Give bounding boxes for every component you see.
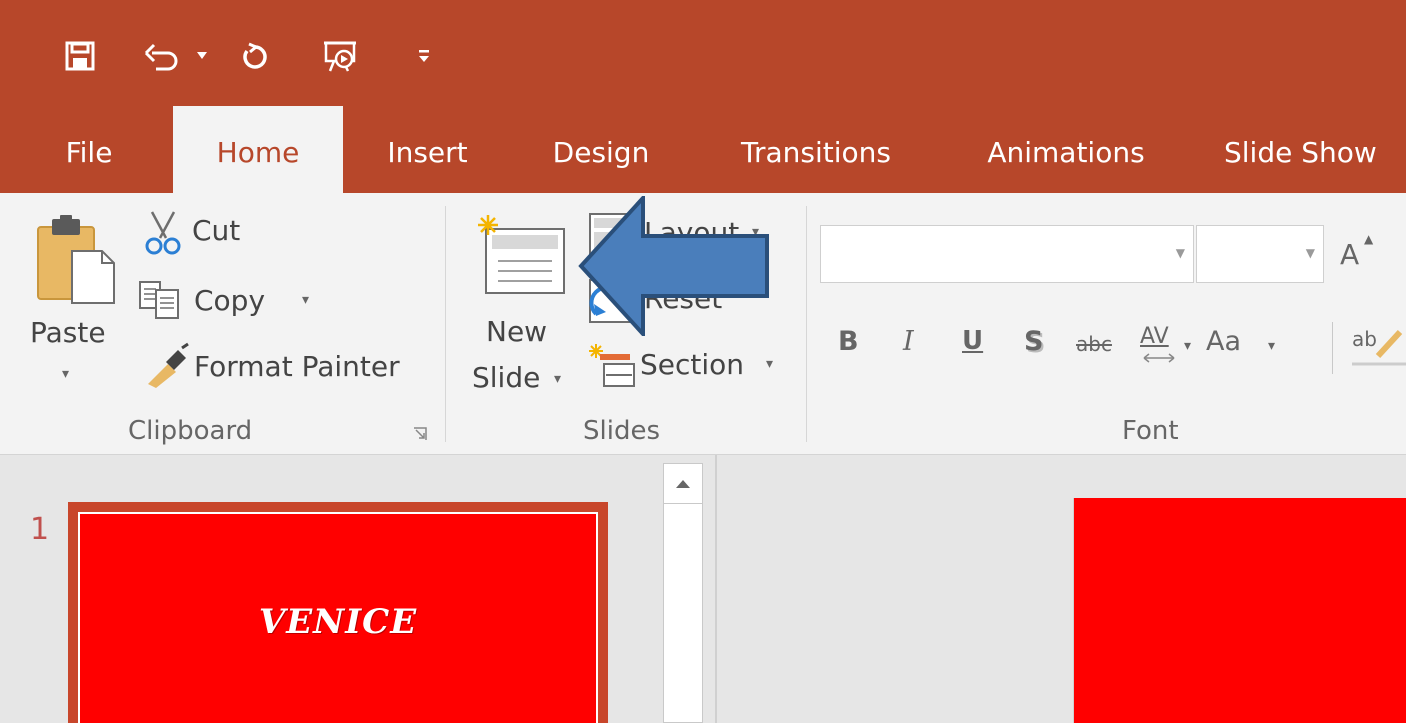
slide-number: 1 [30, 512, 50, 547]
font-size-dropdown-icon[interactable]: ▼ [1306, 246, 1315, 260]
annotation-arrow-icon [578, 196, 769, 336]
new-slide-button[interactable]: New Slide ▾ [464, 205, 574, 395]
format-painter-label: Format Painter [194, 350, 400, 383]
tab-label: Slide Show [1224, 136, 1377, 169]
change-case-label: Aa [1206, 326, 1242, 357]
paste-icon [37, 215, 115, 304]
slides-group-label: Slides [583, 416, 660, 446]
copy-label: Copy [194, 284, 266, 317]
increase-font-size-label: A [1340, 238, 1360, 271]
copy-icon [139, 281, 179, 319]
section-button[interactable]: Section ▾ [586, 340, 786, 392]
undo-icon[interactable] [140, 34, 184, 78]
paste-dropdown-icon[interactable]: ▾ [62, 366, 69, 382]
undo-dropdown-icon[interactable] [192, 34, 212, 78]
slideshow-from-beginning-icon[interactable] [318, 34, 362, 78]
section-label: Section [640, 348, 745, 381]
group-separator [806, 206, 807, 442]
bold-button[interactable]: B [838, 326, 859, 357]
clear-formatting-icon[interactable]: ab [1352, 322, 1406, 370]
new-slide-icon [478, 215, 565, 294]
tab-label: Design [552, 136, 650, 169]
clipboard-dialog-launcher-icon[interactable] [412, 426, 428, 442]
character-spacing-label: AV [1140, 324, 1169, 349]
chevron-up-icon [676, 479, 690, 488]
tab-label: Insert [387, 136, 468, 169]
font-group-label: Font [1122, 416, 1179, 446]
cut-label: Cut [192, 214, 241, 247]
character-spacing-button[interactable]: AV ▾ [1140, 322, 1200, 368]
tab-label: Animations [987, 136, 1145, 169]
tab-label: Transitions [741, 136, 891, 169]
customize-qat-icon[interactable] [412, 34, 436, 78]
tab-label: Home [216, 136, 300, 169]
title-bar: File Home Insert Design Transitions Anim… [0, 0, 1406, 193]
format-painter-button[interactable]: Format Painter [138, 340, 418, 392]
copy-dropdown-icon[interactable]: ▾ [302, 292, 309, 308]
section-dropdown-icon[interactable]: ▾ [766, 356, 773, 372]
change-case-button[interactable]: Aa ▾ [1206, 326, 1306, 372]
increase-font-size-icon: ▲ [1364, 232, 1374, 246]
save-icon[interactable] [58, 34, 102, 78]
underline-button[interactable]: U [962, 326, 983, 356]
tab-home[interactable]: Home [173, 106, 343, 193]
change-case-dropdown-icon[interactable]: ▾ [1268, 338, 1275, 354]
new-slide-label-line1: New [486, 315, 548, 348]
copy-button[interactable]: Copy ▾ [138, 274, 328, 326]
slide-thumbnail-title: VENICE [258, 602, 418, 642]
paste-button[interactable] [24, 205, 120, 385]
scroll-up-button[interactable] [664, 464, 702, 504]
character-spacing-dropdown-icon[interactable]: ▾ [1184, 338, 1191, 354]
tab-file[interactable]: File [44, 106, 134, 193]
tab-animations[interactable]: Animations [966, 106, 1166, 193]
strikethrough-button[interactable]: abc [1076, 332, 1112, 356]
scissors-icon [145, 211, 181, 255]
font-size-combobox[interactable]: ▼ [1196, 225, 1324, 283]
tab-transitions[interactable]: Transitions [722, 106, 910, 193]
text-shadow-button[interactable]: S [1024, 326, 1043, 357]
redo-icon[interactable] [232, 34, 276, 78]
font-toolbar-separator [1332, 322, 1333, 374]
font-name-combobox[interactable]: ▼ [820, 225, 1194, 283]
new-slide-dropdown-icon[interactable]: ▾ [554, 371, 561, 387]
new-slide-label-line2: Slide [472, 361, 541, 394]
format-painter-icon [148, 342, 189, 388]
section-icon [589, 344, 635, 387]
increase-font-size-button[interactable]: A ▲ [1336, 232, 1376, 278]
font-name-dropdown-icon[interactable]: ▼ [1176, 246, 1185, 260]
clipboard-group-label: Clipboard [128, 416, 253, 446]
cut-button[interactable]: Cut [138, 208, 258, 260]
group-separator [445, 206, 446, 442]
tab-insert[interactable]: Insert [370, 106, 485, 193]
tab-design[interactable]: Design [535, 106, 667, 193]
thumbnail-scrollbar[interactable] [663, 463, 703, 723]
tab-label: File [65, 136, 113, 169]
svg-text:ab: ab [1352, 327, 1377, 351]
spacing-arrow-icon [1143, 353, 1175, 363]
italic-button[interactable]: I [903, 326, 914, 357]
main-slide-canvas[interactable] [1073, 498, 1406, 723]
ribbon-tabs: File Home Insert Design Transitions Anim… [0, 106, 1406, 193]
tab-slide-show[interactable]: Slide Show [1224, 106, 1406, 193]
paste-label: Paste [30, 316, 106, 349]
